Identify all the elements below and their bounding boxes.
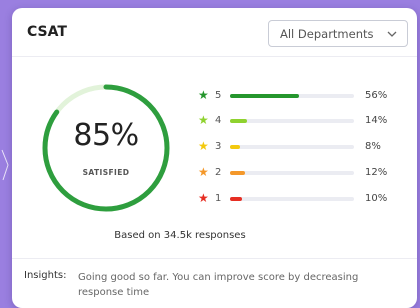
rating-bar-fill bbox=[230, 197, 243, 201]
responses-summary: Based on 34.5k responses bbox=[114, 230, 246, 241]
csat-card: CSAT All Departments 85% SATISFIED ★ 5 5… bbox=[12, 8, 417, 308]
chevron-down-icon bbox=[387, 31, 397, 37]
insights-section: Insights: Going good so far. You can imp… bbox=[12, 258, 417, 308]
rating-stars: 3 bbox=[215, 141, 222, 152]
star-icon: ★ bbox=[198, 139, 209, 153]
insights-label: Insights: bbox=[24, 270, 67, 281]
rating-bar-fill bbox=[230, 145, 240, 149]
rating-bar-track bbox=[230, 197, 354, 201]
rating-bar-track bbox=[230, 119, 354, 123]
card-title: CSAT bbox=[27, 24, 67, 40]
rating-bar-fill bbox=[230, 171, 245, 175]
rating-percent: 10% bbox=[365, 193, 388, 204]
rating-percent: 12% bbox=[365, 167, 388, 178]
insights-text: Going good so far. You can improve score… bbox=[78, 272, 359, 298]
rating-row-4: ★ 4 14% bbox=[198, 113, 408, 128]
star-icon: ★ bbox=[198, 113, 209, 127]
rating-stars: 5 bbox=[215, 90, 222, 101]
rating-stars: 4 bbox=[215, 115, 222, 126]
star-icon: ★ bbox=[198, 165, 209, 179]
rating-percent: 8% bbox=[365, 141, 381, 152]
rating-bar-fill bbox=[230, 119, 248, 123]
rating-bar-track bbox=[230, 145, 354, 149]
rating-bar-track bbox=[230, 94, 354, 98]
department-dropdown-value: All Departments bbox=[280, 27, 374, 41]
satisfaction-caption: SATISFIED bbox=[82, 168, 130, 177]
rating-stars: 2 bbox=[215, 167, 222, 178]
department-dropdown[interactable]: All Departments bbox=[268, 20, 408, 47]
rating-row-3: ★ 3 8% bbox=[198, 139, 408, 154]
rating-bar-fill bbox=[230, 94, 300, 98]
star-icon: ★ bbox=[198, 88, 209, 102]
satisfaction-percent: 85% bbox=[73, 118, 139, 153]
star-icon: ★ bbox=[198, 191, 209, 205]
rating-stars: 1 bbox=[215, 193, 222, 204]
rating-row-1: ★ 1 10% bbox=[198, 191, 408, 206]
rating-bar-track bbox=[230, 171, 354, 175]
rating-percent: 14% bbox=[365, 115, 388, 126]
rating-percent: 56% bbox=[365, 90, 388, 101]
rating-row-5: ★ 5 56% bbox=[198, 88, 408, 103]
rating-row-2: ★ 2 12% bbox=[198, 165, 408, 180]
card-header: CSAT All Departments bbox=[12, 8, 417, 57]
